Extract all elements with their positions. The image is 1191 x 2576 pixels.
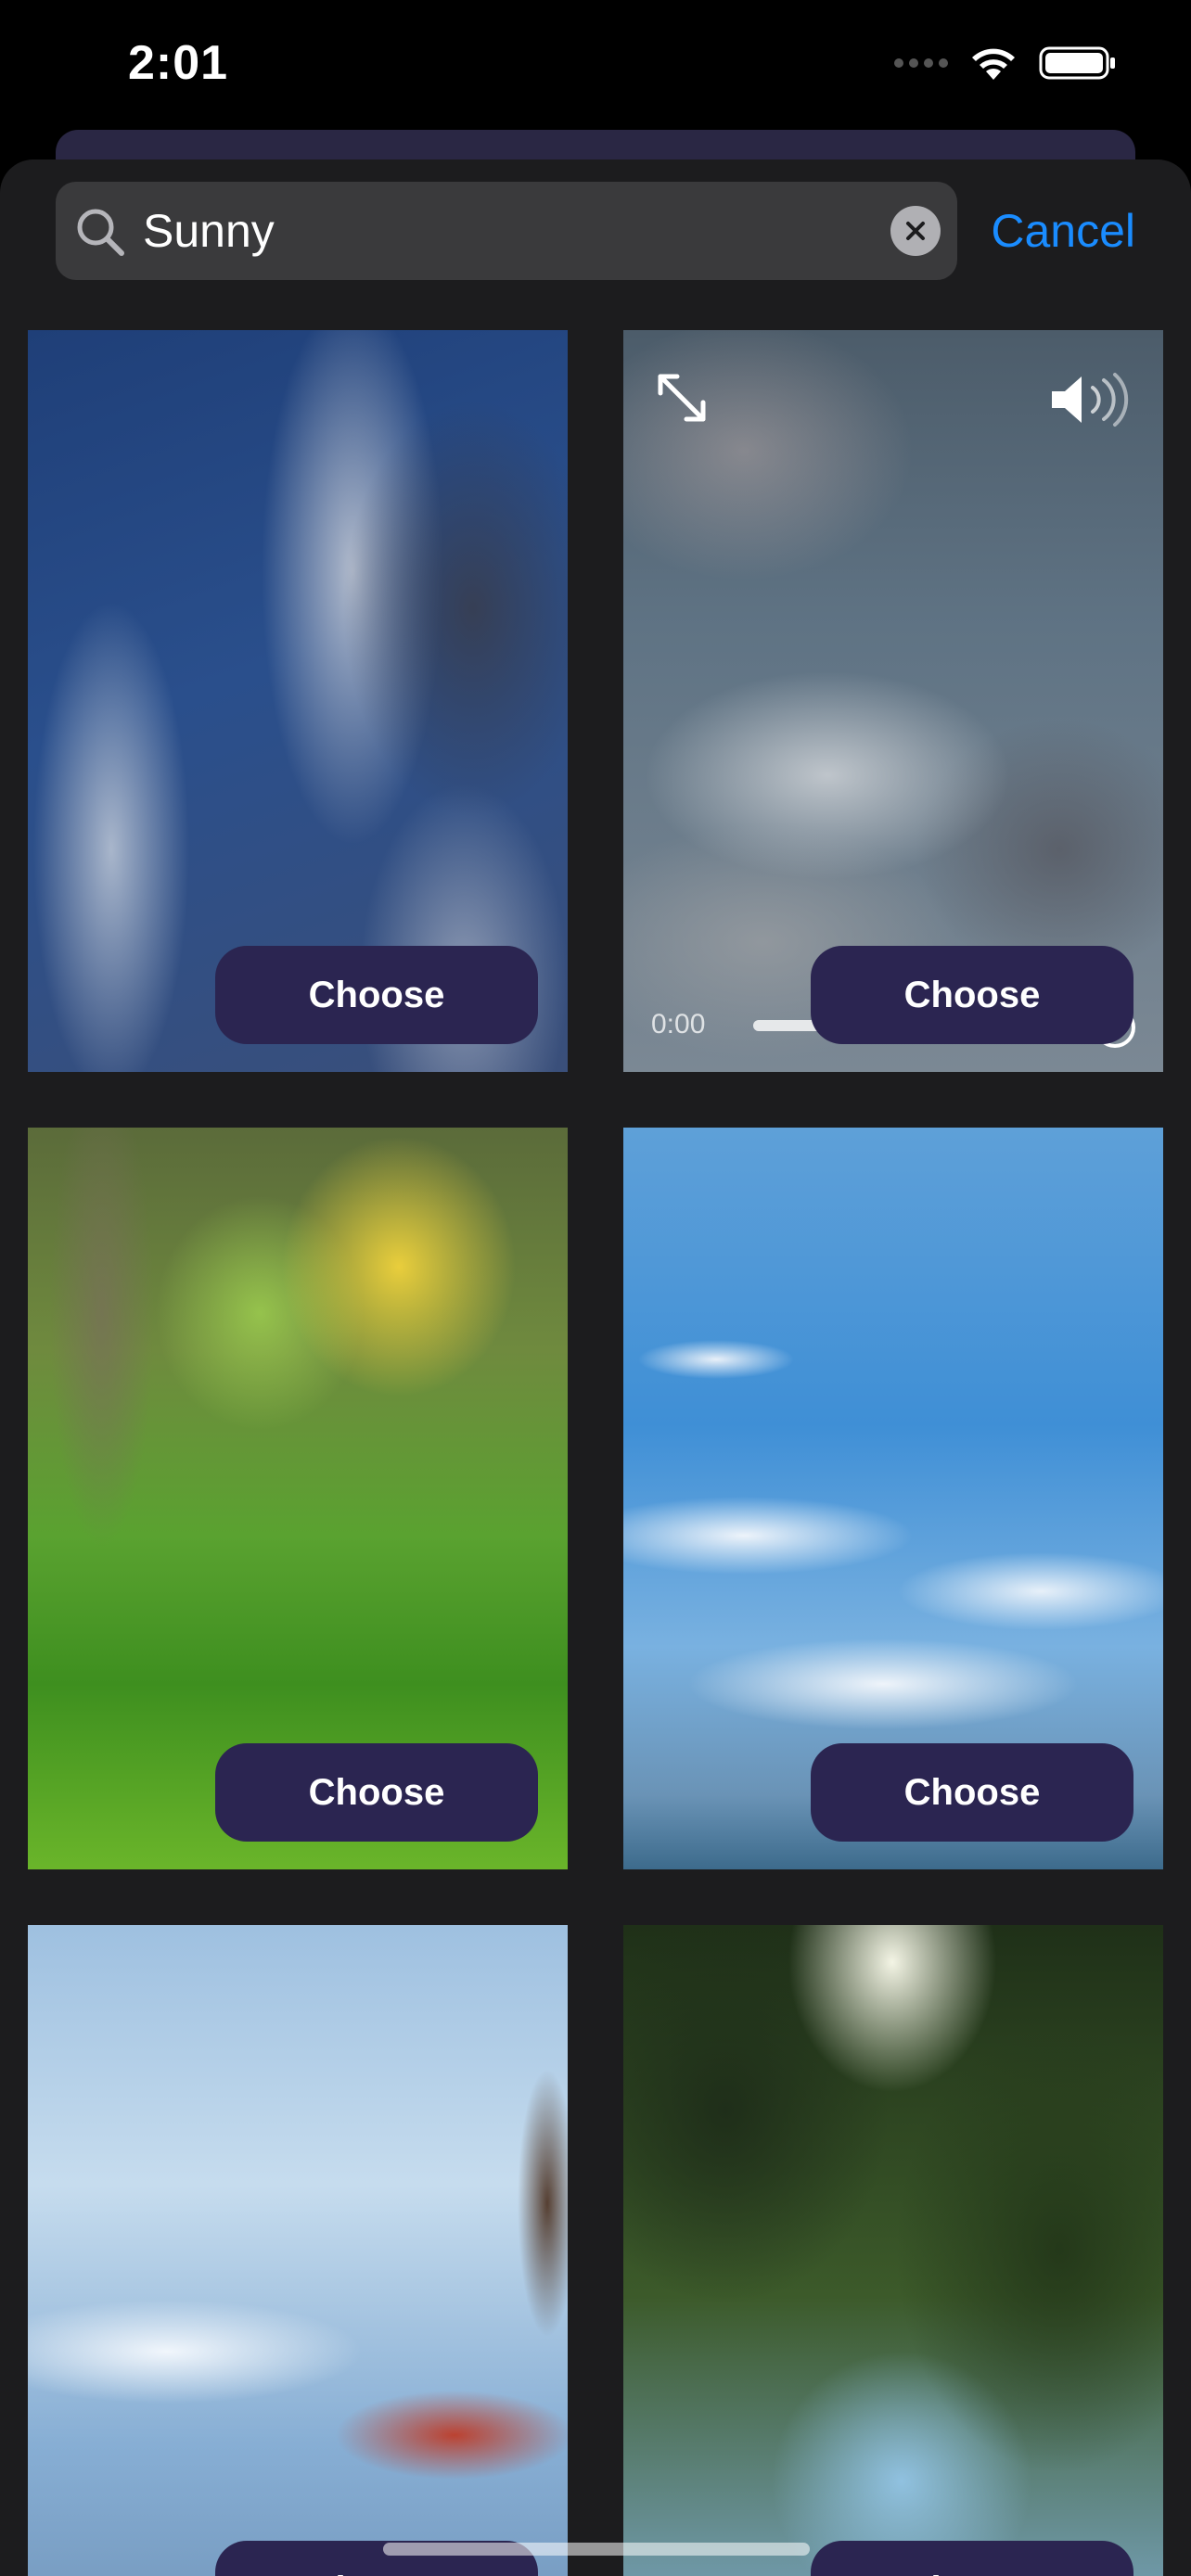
expand-icon[interactable]	[653, 369, 711, 427]
choose-button[interactable]: Choose	[215, 1743, 538, 1842]
video-tile[interactable]: Choose	[623, 1925, 1163, 2576]
battery-icon	[1039, 46, 1115, 80]
cancel-button[interactable]: Cancel	[991, 182, 1135, 280]
choose-button[interactable]: Choose	[811, 1743, 1133, 1842]
video-tile[interactable]: Choose	[623, 1128, 1163, 1869]
home-indicator	[383, 2543, 810, 2556]
clear-search-button[interactable]	[890, 206, 941, 256]
status-time: 2:01	[128, 36, 229, 90]
choose-button[interactable]: Choose	[811, 946, 1133, 1044]
volume-icon[interactable]	[1048, 371, 1133, 428]
search-row: Cancel	[56, 182, 1135, 280]
cellular-signal-icon	[894, 58, 948, 68]
search-icon	[77, 209, 124, 256]
video-tile[interactable]: Choose	[28, 1925, 568, 2576]
status-bar: 2:01	[0, 0, 1191, 139]
choose-button[interactable]: Choose	[811, 2541, 1133, 2576]
choose-button[interactable]: Choose	[215, 946, 538, 1044]
search-input[interactable]	[143, 182, 885, 280]
wifi-icon	[972, 48, 1015, 80]
search-field[interactable]	[56, 182, 957, 280]
video-tile[interactable]: Choose	[28, 330, 568, 1072]
video-tile-playing[interactable]: 0:00 Choose	[623, 330, 1163, 1072]
video-time: 0:00	[651, 1009, 706, 1039]
close-icon	[906, 222, 925, 240]
video-thumbnail	[623, 1925, 1163, 2576]
status-icons	[894, 45, 1117, 82]
video-search-sheet: Cancel Choose 0:00 Choo	[0, 159, 1191, 2576]
video-thumbnail	[28, 1925, 568, 2576]
video-tile[interactable]: Choose	[28, 1128, 568, 1869]
